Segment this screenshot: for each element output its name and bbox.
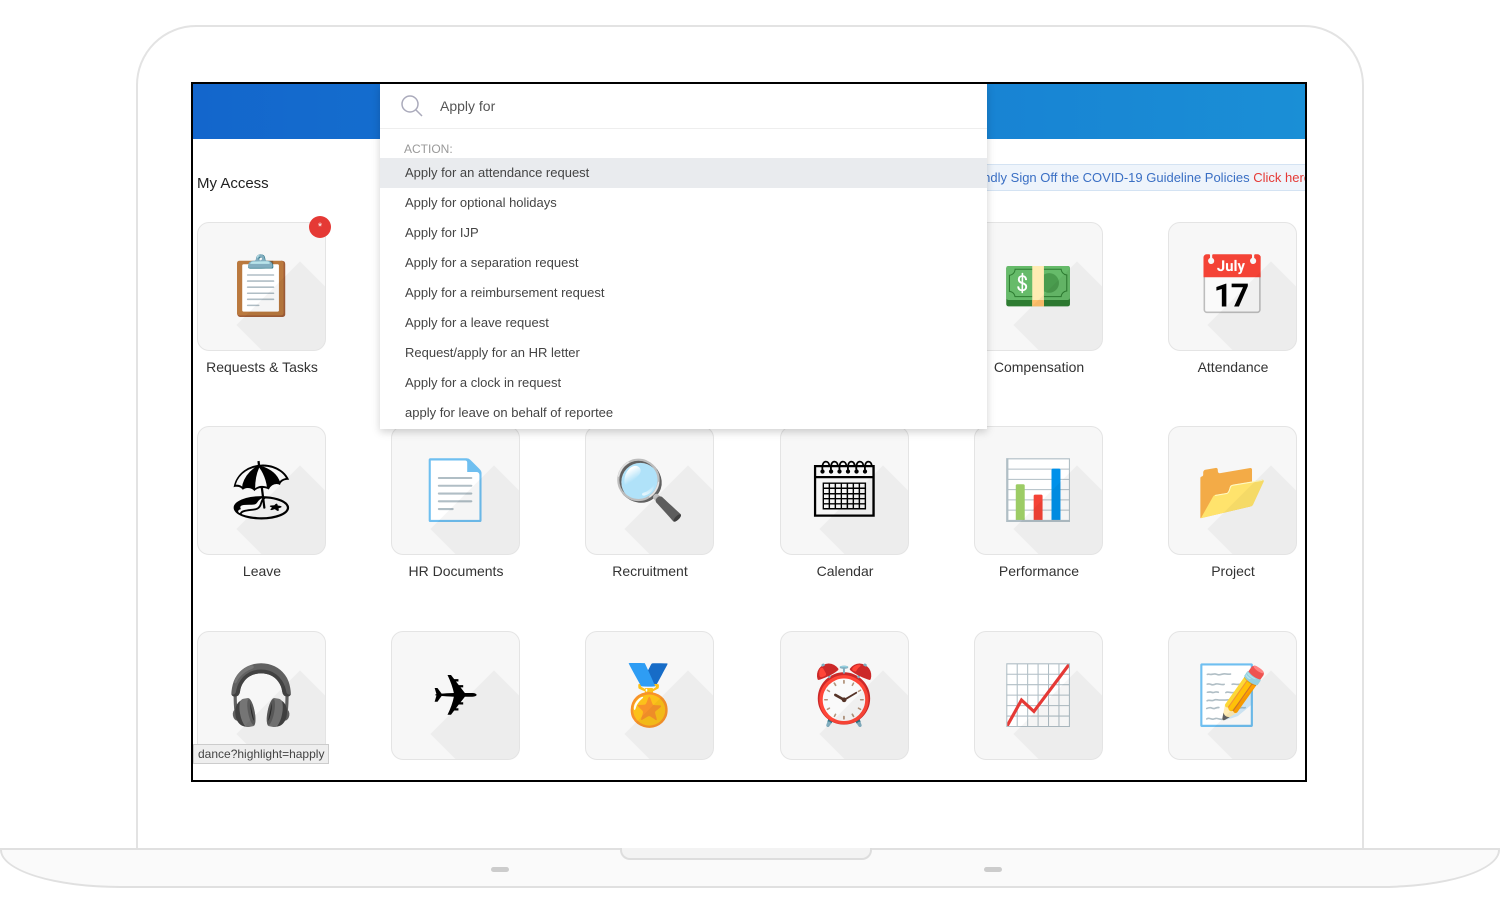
money-icon: 💵 (1002, 253, 1075, 319)
award-icon: 🏅 (613, 662, 686, 728)
covid-notice[interactable]: Kindly Sign Off the COVID-19 Guideline P… (973, 164, 1305, 191)
tile-attendance-calendar[interactable]: 📅 (1168, 222, 1297, 351)
tile-label[interactable]: Project (1143, 563, 1305, 579)
timesheet-icon: ⏰ (808, 662, 881, 728)
click-here-link[interactable]: Click here (1253, 170, 1305, 185)
document-icon: 📄 (419, 457, 492, 523)
search-result-item[interactable]: Apply for optional holidays (380, 188, 987, 218)
tile-label[interactable]: Calendar (755, 563, 935, 579)
search-result-item[interactable]: Apply for an attendance request (380, 158, 987, 188)
tile-calendar[interactable]: 🗓 (780, 426, 909, 555)
tile-report[interactable]: 📈 (974, 631, 1103, 760)
edit-document-icon: 📝 (1196, 662, 1269, 728)
search-result-item[interactable]: Apply for a leave request (380, 308, 987, 338)
status-url-tooltip: dance?highlight=happly (193, 744, 330, 764)
tile-folder[interactable]: 📂 (1168, 426, 1297, 555)
laptop-foot (491, 867, 509, 872)
tile-label[interactable]: Recruitment (560, 563, 740, 579)
tile-label[interactable]: Leave (193, 563, 352, 579)
laptop-foot (984, 867, 1002, 872)
calendar-icon: 🗓 (807, 457, 882, 523)
laptop-notch (620, 848, 872, 860)
bar-chart-icon: 📊 (1002, 457, 1075, 523)
checklist-icon: 📋 (225, 253, 298, 319)
tile-label[interactable]: Attendance (1143, 359, 1305, 375)
search-input[interactable] (440, 98, 840, 114)
search-bar (380, 84, 987, 129)
search-result-item[interactable]: Apply for IJP (380, 218, 987, 248)
tile-checklist[interactable]: 📋 (197, 222, 326, 351)
people-search-icon: 🔍 (613, 457, 686, 523)
tile-headset[interactable]: 🎧 (197, 631, 326, 760)
tile-people-search[interactable]: 🔍 (585, 426, 714, 555)
tile-label[interactable]: Performance (949, 563, 1129, 579)
search-dropdown: ACTION: Apply for an attendance requestA… (380, 84, 987, 429)
tile-edit-document[interactable]: 📝 (1168, 631, 1297, 760)
folder-icon: 📂 (1196, 457, 1269, 523)
section-title: My Access (197, 175, 269, 192)
tile-document[interactable]: 📄 (391, 426, 520, 555)
tile-award[interactable]: 🏅 (585, 631, 714, 760)
report-icon: 📈 (1002, 662, 1075, 728)
app-screen: My Access Kindly Sign Off the COVID-19 G… (191, 82, 1307, 782)
travel-icon: ✈ (431, 663, 480, 729)
beach-umbrella-icon: 🏖 (224, 457, 299, 523)
search-result-item[interactable]: apply for leave on behalf of reportee (380, 398, 987, 428)
search-result-item[interactable]: Apply for a clock in request (380, 368, 987, 398)
tile-bar-chart[interactable]: 📊 (974, 426, 1103, 555)
tile-label[interactable]: Requests & Tasks (193, 359, 352, 375)
search-result-item[interactable]: Request/apply for an HR letter (380, 338, 987, 368)
search-result-item[interactable]: Apply for a separation request (380, 248, 987, 278)
tile-label[interactable]: HR Documents (366, 563, 546, 579)
tile-money[interactable]: 💵 (974, 222, 1103, 351)
search-result-item[interactable]: Apply for a reimbursement request (380, 278, 987, 308)
attendance-calendar-icon: 📅 (1196, 253, 1269, 319)
tile-beach-umbrella[interactable]: 🏖 (197, 426, 326, 555)
headset-icon: 🎧 (225, 662, 298, 728)
search-icon (401, 95, 423, 117)
notification-badge: * (309, 216, 331, 238)
tile-timesheet[interactable]: ⏰ (780, 631, 909, 760)
section-label: ACTION: (404, 142, 453, 156)
tile-travel[interactable]: ✈ (391, 631, 520, 760)
